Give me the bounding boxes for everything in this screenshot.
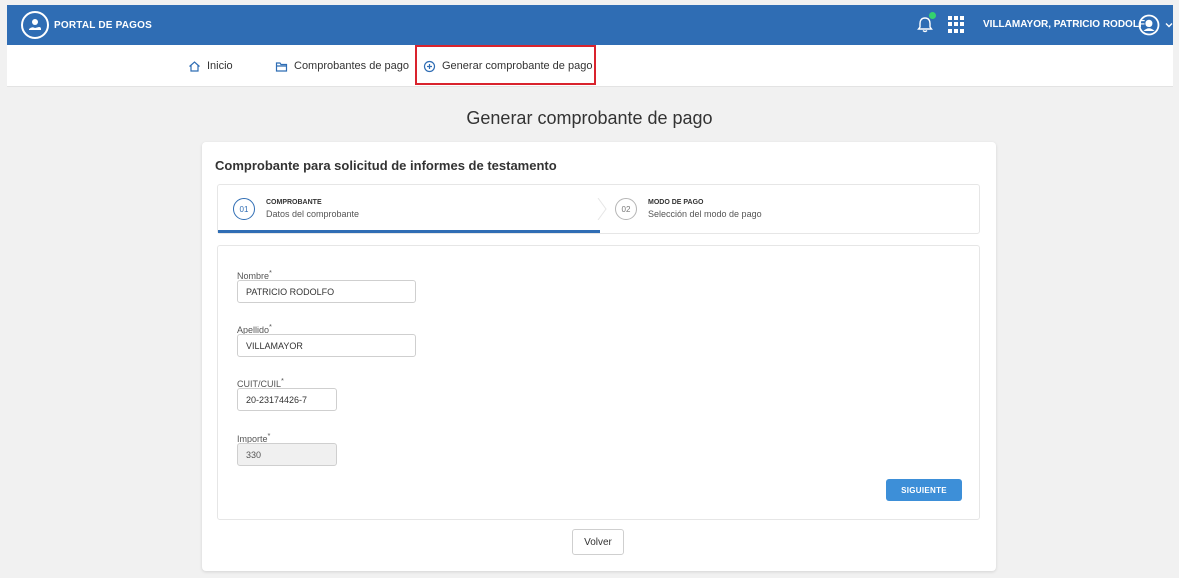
notification-dot bbox=[929, 12, 936, 19]
apps-grid-icon[interactable] bbox=[948, 16, 965, 33]
nav-item-generar[interactable]: Generar comprobante de pago bbox=[423, 57, 592, 75]
home-icon bbox=[189, 60, 200, 72]
page-title: Generar comprobante de pago bbox=[466, 108, 713, 128]
step-description: Datos del comprobante bbox=[266, 209, 360, 219]
folder-icon bbox=[275, 61, 288, 72]
form-card: Comprobante para solicitud de informes d… bbox=[202, 142, 996, 571]
card-title: Comprobante para solicitud de informes d… bbox=[215, 158, 557, 173]
volver-button[interactable]: Volver bbox=[572, 529, 624, 555]
cuit-input[interactable] bbox=[237, 388, 337, 411]
form-section: Nombre* Apellido* CUIT/CUIL* Importe* SI… bbox=[217, 245, 980, 520]
nav-item-label: Inicio bbox=[207, 60, 233, 72]
stepper: 01 COMPROBANTE Datos del comprobante 02 … bbox=[217, 184, 980, 234]
brand-name: PORTAL DE PAGOS bbox=[54, 19, 153, 31]
siguiente-button[interactable]: SIGUIENTE bbox=[886, 479, 962, 501]
nav-item-comprobantes[interactable]: Comprobantes de pago bbox=[275, 57, 409, 75]
nav-item-label: Generar comprobante de pago bbox=[442, 60, 593, 72]
step-number: 02 bbox=[615, 198, 637, 220]
top-bar: PORTAL DE PAGOS VILLAMAYOR, PATRICIO ROD… bbox=[7, 5, 1173, 45]
nav-item-label: Comprobantes de pago bbox=[294, 60, 409, 72]
step-comprobante[interactable]: 01 COMPROBANTE Datos del comprobante bbox=[218, 185, 600, 233]
hand-coin-logo-icon bbox=[21, 11, 49, 39]
nav-bar: Inicio Comprobantes de pago Generar comp… bbox=[7, 45, 1173, 87]
brand[interactable]: PORTAL DE PAGOS bbox=[21, 11, 152, 39]
step-modo-de-pago[interactable]: 02 MODO DE PAGO Selección del modo de pa… bbox=[600, 185, 980, 233]
user-circle-icon[interactable] bbox=[1138, 14, 1160, 36]
step-number: 01 bbox=[233, 198, 255, 220]
user-name[interactable]: VILLAMAYOR, PATRICIO RODOLFO bbox=[983, 19, 1153, 30]
nav-item-inicio[interactable]: Inicio bbox=[188, 57, 233, 75]
plus-circle-icon bbox=[423, 60, 436, 72]
step-name: MODO DE PAGO bbox=[648, 199, 704, 206]
importe-input bbox=[237, 443, 337, 466]
chevron-down-icon[interactable] bbox=[1164, 20, 1174, 30]
apellido-input[interactable] bbox=[237, 334, 416, 357]
nombre-input[interactable] bbox=[237, 280, 416, 303]
step-name: COMPROBANTE bbox=[266, 199, 322, 206]
step-description: Selección del modo de pago bbox=[648, 209, 762, 219]
